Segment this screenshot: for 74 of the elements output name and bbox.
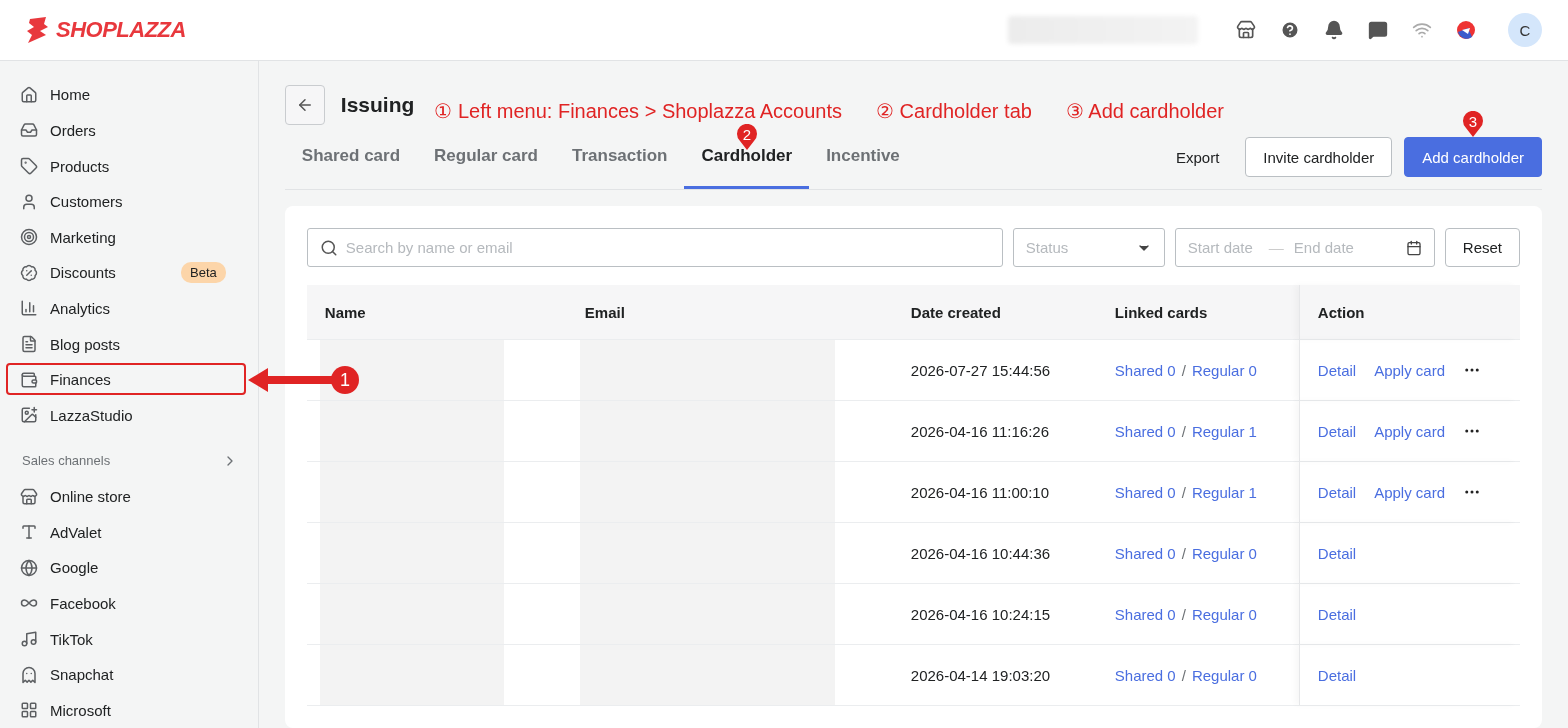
- regular-link[interactable]: Regular 1: [1191, 422, 1257, 440]
- date-cell: 2026-04-16 10:44:36: [910, 544, 1051, 562]
- tab[interactable]: Shared card: [284, 125, 418, 189]
- regular-link[interactable]: Regular 1: [1191, 483, 1257, 501]
- action-link[interactable]: Apply card: [1374, 483, 1446, 501]
- column-header: Email: [584, 303, 625, 321]
- regular-link[interactable]: Regular 0: [1191, 666, 1257, 684]
- invite-button[interactable]: Invite cardholder: [1245, 137, 1393, 177]
- sidebar-item[interactable]: Blog posts: [12, 326, 246, 362]
- action-link[interactable]: Detail: [1317, 544, 1357, 562]
- sidebar-item[interactable]: TikTok: [12, 621, 246, 657]
- sidebar-item[interactable]: LazzaStudio: [12, 397, 246, 434]
- marker-pin: 2: [735, 124, 758, 150]
- sidebar-item[interactable]: Products: [12, 148, 246, 184]
- tab[interactable]: Incentive: [809, 125, 917, 189]
- column-header: Action: [1317, 303, 1365, 321]
- date-cell: 2026-04-16 10:24:15: [910, 605, 1051, 623]
- range-separator: —: [1268, 239, 1284, 256]
- action-link[interactable]: Detail: [1317, 483, 1357, 501]
- regular-link[interactable]: Regular 0: [1191, 544, 1257, 562]
- sidebar-item[interactable]: Google: [12, 550, 246, 586]
- date-cell: 2026-04-14 19:03:20: [910, 666, 1051, 684]
- tab[interactable]: Transaction: [555, 125, 685, 189]
- shared-link[interactable]: Shared 0: [1114, 422, 1176, 440]
- sidebar-item[interactable]: AdValet: [12, 514, 246, 551]
- step-marker: 1: [330, 364, 360, 395]
- user-avatar[interactable]: C: [1508, 13, 1542, 47]
- column-header: Name: [324, 303, 366, 321]
- sidebar-item[interactable]: Marketing: [12, 219, 246, 256]
- shoplazza-logo[interactable]: SHOPLAZZA: [26, 17, 186, 43]
- shared-link[interactable]: Shared 0: [1114, 361, 1176, 379]
- sidebar-item[interactable]: Online store: [12, 478, 246, 515]
- page-title: Issuing: [340, 93, 415, 117]
- slash-separator: /: [1181, 544, 1186, 562]
- export-button[interactable]: Export: [1162, 148, 1234, 166]
- annotation-text: ① Left menu: Finances > Shoplazza Accounts: [434, 99, 842, 123]
- regular-link[interactable]: Regular 0: [1191, 605, 1257, 623]
- action-link[interactable]: Detail: [1317, 422, 1357, 440]
- action-link[interactable]: Detail: [1317, 666, 1357, 684]
- sidebar-item[interactable]: Analytics: [12, 290, 246, 327]
- date-cell: 2026-04-16 11:16:26: [910, 422, 1049, 440]
- shared-link[interactable]: Shared 0: [1114, 605, 1176, 623]
- sidebar-item[interactable]: Orders: [12, 112, 246, 149]
- tab[interactable]: Regular card: [417, 125, 555, 189]
- slash-separator: /: [1181, 361, 1186, 379]
- column-header: Linked cards: [1114, 303, 1208, 321]
- action-link[interactable]: Detail: [1317, 361, 1357, 379]
- sidebar-item[interactable]: Microsoft: [12, 692, 246, 728]
- reset-button[interactable]: Reset: [1444, 228, 1520, 267]
- shared-link[interactable]: Shared 0: [1114, 483, 1176, 501]
- shared-link[interactable]: Shared 0: [1114, 666, 1176, 684]
- sidebar-item[interactable]: Home: [12, 77, 246, 113]
- add-cardholder-button[interactable]: Add cardholder: [1404, 137, 1542, 177]
- action-link[interactable]: Apply card: [1374, 361, 1446, 379]
- regular-link[interactable]: Regular 0: [1191, 361, 1257, 379]
- date-cell: 2026-07-27 15:44:56: [910, 361, 1051, 379]
- date-cell: 2026-04-16 11:00:10: [910, 483, 1049, 501]
- slash-separator: /: [1181, 666, 1186, 684]
- sidebar-item[interactable]: Discounts Beta: [12, 255, 246, 291]
- slash-separator: /: [1181, 483, 1186, 501]
- shared-link[interactable]: Shared 0: [1114, 544, 1176, 562]
- section-header[interactable]: Sales channels: [12, 449, 246, 473]
- beta-badge: Beta: [181, 262, 226, 284]
- annotation-text: ③ Add cardholder: [1065, 99, 1224, 123]
- annotation-text: ② Cardholder tab: [876, 99, 1032, 123]
- action-link[interactable]: Apply card: [1374, 422, 1446, 440]
- sidebar-item[interactable]: Snapchat: [12, 656, 246, 693]
- slash-separator: /: [1181, 605, 1186, 623]
- slash-separator: /: [1181, 422, 1186, 440]
- sidebar-item[interactable]: Customers: [12, 183, 246, 220]
- marker-pin: 3: [1462, 111, 1485, 137]
- column-header: Date created: [910, 303, 1001, 321]
- action-link[interactable]: Detail: [1317, 605, 1357, 623]
- sidebar-item[interactable]: Facebook: [12, 585, 246, 622]
